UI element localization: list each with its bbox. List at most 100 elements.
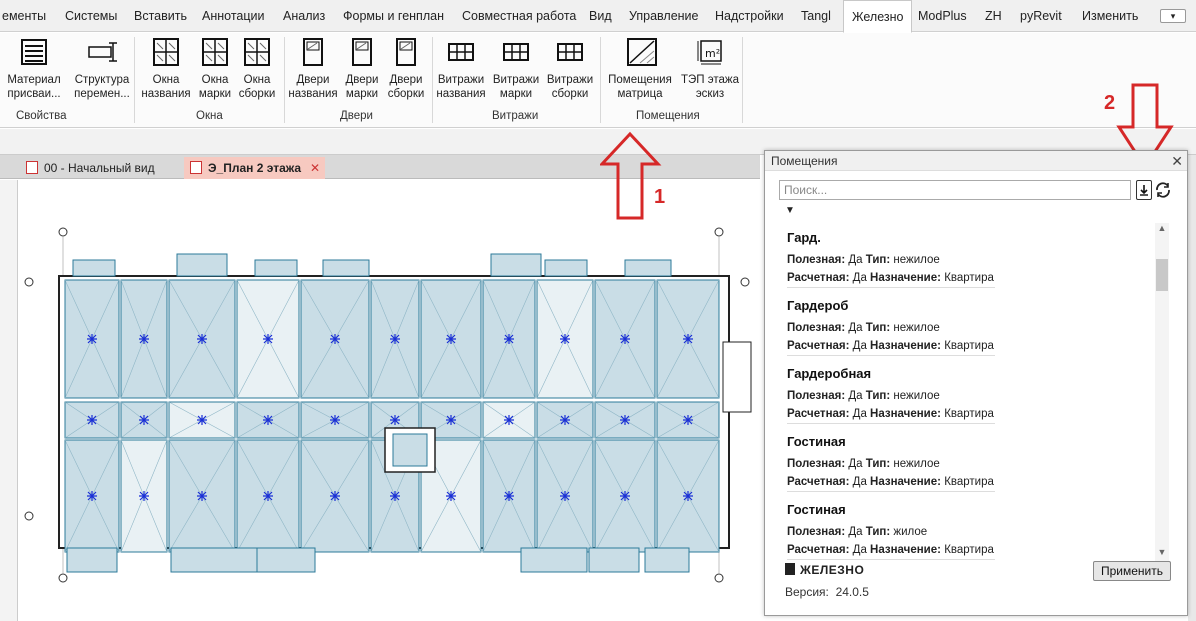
menu-tab[interactable]: Системы — [65, 0, 117, 32]
group-separator — [742, 37, 743, 123]
room-name: Гостиная — [787, 434, 846, 449]
door-icon — [298, 37, 328, 67]
version-info: Версия: 24.0.5 — [785, 585, 869, 599]
ribbon-button-label: Витражи названия — [436, 74, 486, 100]
ribbon-button-label: Витражи сборки — [546, 74, 594, 100]
left-scroll-strip[interactable] — [0, 180, 18, 621]
ribbon-button-label: Окна названия — [141, 74, 191, 100]
window-icon — [242, 37, 272, 67]
list-scrollbar[interactable]: ▲ ▼ — [1155, 223, 1169, 561]
room-props-row-2: Расчетная: Да Назначение: Квартира — [787, 408, 994, 420]
menu-tab[interactable]: Управление — [629, 0, 699, 32]
ribbon: Свойства Окна Двери Витражи Помещения Ма… — [0, 33, 1196, 128]
brand-text: ЖЕЛЕЗНО — [800, 563, 865, 577]
group-separator — [432, 37, 433, 123]
menu-tab[interactable]: Изменить — [1082, 0, 1138, 32]
group-label-doors: Двери — [340, 110, 373, 122]
ribbon-button-door-asm[interactable]: Двери сборки — [386, 37, 426, 101]
window-icon — [200, 37, 230, 67]
menu-bar: ементы Системы Вставить Аннотации Анализ Форм… — [0, 0, 1196, 33]
tab-start-view[interactable]: 00 - Начальный вид — [20, 157, 155, 179]
ribbon-button-door-marks[interactable]: Двери марки — [342, 37, 382, 101]
list-item[interactable]: Гард. Полезная: Да Тип: нежилое Расчетная:… — [787, 229, 995, 288]
door-icon — [347, 37, 377, 67]
collapse-triangle-icon[interactable]: ▼ — [785, 205, 795, 216]
drawing-canvas[interactable] — [0, 180, 760, 621]
ribbon-button-vit-names[interactable]: Витражи названия — [434, 37, 488, 101]
refresh-icon[interactable] — [1154, 181, 1172, 199]
group-separator — [284, 37, 285, 123]
room-name: Гардеробная — [787, 366, 872, 381]
brand-logo: ЖЕЛЕЗНО — [785, 563, 864, 577]
structure-icon — [87, 37, 117, 67]
menu-tab[interactable]: Аннотации — [202, 0, 264, 32]
room-props-row-2: Расчетная: Да Назначение: Квартира — [787, 476, 994, 488]
menu-tab[interactable]: ZH — [985, 0, 1002, 32]
close-tab-icon[interactable]: ✕ — [310, 157, 320, 179]
ribbon-button-label: ТЭП этажа эскиз — [681, 74, 739, 100]
ribbon-button-win-names[interactable]: Окна названия — [139, 37, 193, 101]
curtain-wall-icon — [555, 37, 585, 67]
floor-plan — [24, 227, 752, 583]
menu-tab[interactable]: Анализ — [283, 0, 325, 32]
list-item[interactable]: Гостиная Полезная: Да Тип: нежилое Расчетн… — [787, 433, 995, 492]
ribbon-button-structure[interactable]: Структура перемен... — [66, 37, 138, 101]
version-label: Версия: — [785, 585, 829, 599]
ribbon-button-material[interactable]: Материал присваи... — [3, 37, 65, 101]
room-props-row-1: Полезная: Да Тип: нежилое — [787, 390, 940, 402]
curtain-wall-icon — [501, 37, 531, 67]
ribbon-button-tep[interactable]: m² ТЭП этажа эскиз — [678, 37, 742, 101]
arrow-up-annotation — [600, 131, 662, 220]
ribbon-button-label: Окна сборки — [238, 74, 276, 100]
download-icon[interactable] — [1136, 180, 1152, 200]
list-item[interactable]: Гостиная Полезная: Да Тип: жилое Расчетная… — [787, 501, 995, 560]
ribbon-button-label: Двери названия — [288, 74, 338, 100]
panel-title: Помещения ✕ — [765, 151, 1187, 171]
ribbon-button-rooms-matrix[interactable]: Помещения матрица — [602, 37, 678, 101]
room-name: Гард. — [787, 230, 821, 245]
menu-tab[interactable]: Вид — [589, 0, 612, 32]
menu-tab[interactable]: ементы — [2, 0, 46, 32]
list-item[interactable]: Гардеробная Полезная: Да Тип: нежилое Расч… — [787, 365, 995, 424]
ribbon-button-door-names[interactable]: Двери названия — [286, 37, 340, 101]
svg-text:m²: m² — [705, 47, 720, 60]
ribbon-button-label: Структура перемен... — [74, 74, 130, 100]
menu-tab[interactable]: ModPlus — [918, 0, 967, 32]
ribbon-button-label: Материал присваи... — [7, 74, 61, 100]
version-value: 24.0.5 — [835, 585, 869, 599]
room-props-row-1: Полезная: Да Тип: нежилое — [787, 254, 940, 266]
menu-options-icon[interactable]: ▾ — [1160, 9, 1186, 23]
apply-button[interactable]: Применить — [1093, 561, 1171, 581]
ribbon-button-win-asm[interactable]: Окна сборки — [237, 37, 277, 101]
menu-tab[interactable]: Tangl — [801, 0, 831, 32]
scroll-thumb[interactable] — [1156, 259, 1168, 291]
group-label-windows: Окна — [196, 110, 223, 122]
menu-tab[interactable]: Вставить — [134, 0, 187, 32]
ribbon-button-label: Двери марки — [345, 74, 379, 100]
menu-tab[interactable]: Железно — [843, 0, 913, 33]
ribbon-button-vit-marks[interactable]: Витражи марки — [490, 37, 542, 101]
plan-icon — [190, 161, 202, 174]
room-props-row-1: Полезная: Да Тип: нежилое — [787, 458, 940, 470]
search-input[interactable] — [779, 180, 1131, 200]
rooms-list: Гард. Полезная: Да Тип: нежилое Расчетная:… — [779, 223, 1155, 561]
ribbon-button-vit-asm[interactable]: Витражи сборки — [544, 37, 596, 101]
ribbon-button-label: Витражи марки — [492, 74, 540, 100]
menu-tab[interactable]: Надстройки — [715, 0, 784, 32]
close-icon[interactable]: ✕ — [1171, 151, 1183, 171]
rooms-panel: Помещения ✕ ▼ Гард. Полезная: Да Тип: неж… — [764, 150, 1188, 616]
menu-tab[interactable]: Формы и генплан — [343, 0, 444, 32]
ribbon-button-win-marks[interactable]: Окна марки — [195, 37, 235, 101]
room-props-row-2: Расчетная: Да Назначение: Квартира — [787, 340, 994, 352]
menu-tab[interactable]: pyRevit — [1020, 0, 1062, 32]
tab-floor-plan-2[interactable]: Э_План 2 этажа ✕ — [184, 157, 326, 179]
area-m2-icon: m² — [695, 37, 725, 67]
scroll-down-icon[interactable]: ▼ — [1155, 547, 1169, 561]
group-label-properties: Свойства — [16, 110, 67, 122]
menu-tab[interactable]: Совместная работа — [462, 0, 576, 32]
room-props-row-1: Полезная: Да Тип: нежилое — [787, 322, 940, 334]
list-item[interactable]: Гардероб Полезная: Да Тип: нежилое Расчетн… — [787, 297, 995, 356]
scroll-up-icon[interactable]: ▲ — [1155, 223, 1169, 237]
window-icon — [151, 37, 181, 67]
room-props-row-2: Расчетная: Да Назначение: Квартира — [787, 544, 994, 556]
